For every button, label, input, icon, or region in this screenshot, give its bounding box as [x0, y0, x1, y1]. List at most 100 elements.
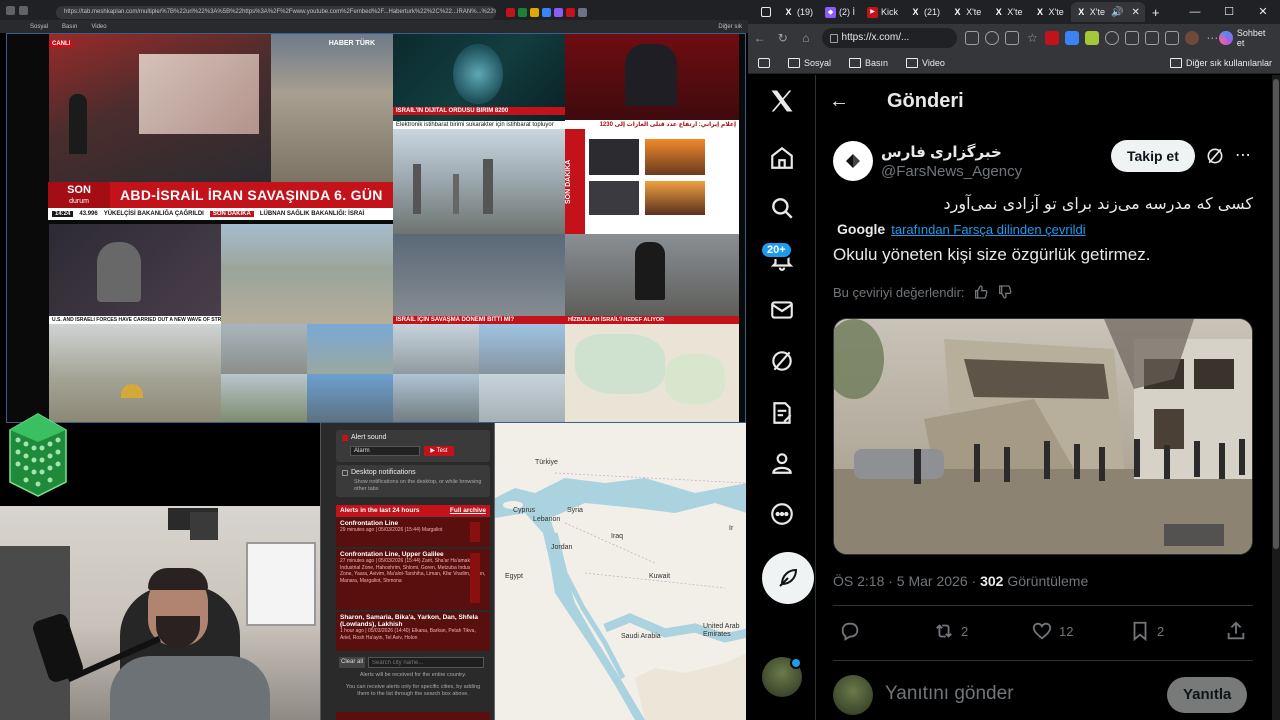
profile-icon[interactable]: [762, 443, 802, 483]
stream-tile-cam-6[interactable]: [479, 324, 565, 374]
follow-button[interactable]: Takip et: [1111, 140, 1195, 172]
extension-icon[interactable]: [1085, 31, 1100, 45]
left-url-field[interactable]: https://tab.meshkaplan.com/multiple/%7B%…: [56, 5, 496, 19]
extension-icon[interactable]: [554, 7, 563, 17]
alert-item[interactable]: Sharon, Samaria, Bika'a, Yarkon, Dan, Sh…: [336, 612, 490, 652]
author-handle[interactable]: @FarsNews_Agency: [881, 163, 1022, 180]
stream-tile-cam-5[interactable]: [393, 324, 479, 374]
alert-sound-select[interactable]: Alarm: [350, 446, 420, 456]
lists-icon[interactable]: [762, 393, 802, 433]
stream-tile-aljazeera[interactable]: U.S. AND ISRAELI FORCES HAVE CARRIED OUT…: [49, 224, 221, 324]
maximize-icon[interactable]: ☐: [1212, 0, 1246, 24]
compose-post-button[interactable]: [762, 552, 814, 604]
reply-button[interactable]: Yanıtla: [1167, 677, 1248, 713]
bookmark-folder-other[interactable]: Diğer sık kullanılanlar: [1170, 58, 1272, 68]
test-button[interactable]: ▶ Test: [424, 446, 454, 456]
account-avatar[interactable]: [762, 657, 802, 697]
back-arrow-icon[interactable]: ←: [829, 90, 869, 113]
zoom-icon[interactable]: [985, 31, 1000, 45]
alert-item[interactable]: Confrontation Line 29 minutes ago | 05/0…: [336, 518, 490, 548]
browser-tab[interactable]: ◆ (2) İ: [820, 2, 860, 22]
browser-tab[interactable]: ▶ Kick: [862, 2, 903, 22]
desktop-notifications-checkbox[interactable]: [342, 470, 348, 476]
alert-item[interactable]: Confrontation Line, Upper Galilee 27 min…: [336, 549, 490, 611]
stream-tile-cam-1[interactable]: [221, 324, 307, 374]
new-tab-button[interactable]: +: [1147, 2, 1165, 22]
stream-tile-tel-aviv[interactable]: [393, 129, 565, 234]
browser-tab[interactable]: X X'te: [947, 2, 986, 22]
browser-tab[interactable]: X X'te: [988, 2, 1027, 22]
messages-icon[interactable]: [762, 290, 802, 330]
scrollbar-thumb[interactable]: [1273, 79, 1279, 549]
extension-icon[interactable]: [1065, 31, 1080, 45]
stream-tile-studio[interactable]: CANLI: [49, 34, 271, 183]
favorites-icon[interactable]: [1145, 31, 1160, 45]
sync-icon[interactable]: [1105, 31, 1120, 45]
extension-icon[interactable]: [578, 7, 587, 17]
extension-icon[interactable]: [530, 7, 539, 17]
bookmark-video[interactable]: Video: [91, 24, 106, 30]
home-icon[interactable]: ⌂: [794, 31, 817, 45]
close-tab-icon[interactable]: ✕: [1131, 7, 1139, 18]
clear-all-button[interactable]: Clear all: [339, 657, 365, 668]
search-icon[interactable]: [762, 188, 802, 228]
post-more-icon[interactable]: ⋯: [1235, 145, 1252, 165]
thumbs-down-icon[interactable]: [997, 284, 1013, 300]
scrollbar[interactable]: [1272, 75, 1280, 720]
stream-tile-flight-map[interactable]: [565, 324, 739, 422]
grok-explain-icon[interactable]: [1205, 146, 1225, 166]
speaker-icon[interactable]: 🔊: [1111, 7, 1123, 18]
thumbs-up-icon[interactable]: [973, 284, 989, 300]
grok-icon[interactable]: [762, 341, 802, 381]
stream-tile-city-1[interactable]: [221, 224, 393, 324]
stream-tile-reporter[interactable]: HİZBULLAH İSRAİL'İ HEDEF ALIYOR: [565, 234, 739, 324]
author-avatar[interactable]: [833, 141, 873, 181]
full-archive-link[interactable]: Full archive: [450, 505, 486, 517]
profile-avatar[interactable]: [1185, 31, 1200, 45]
author-name[interactable]: خبرگزاری فارس: [881, 143, 1002, 161]
browser-tab[interactable]: X X'te: [1030, 2, 1069, 22]
stream-tile-cam-2[interactable]: [307, 324, 393, 374]
reply-action[interactable]: [839, 620, 861, 642]
translated-by-link[interactable]: tarafından Farsça dilinden çevrildi: [891, 222, 1085, 237]
collections-icon[interactable]: [1165, 31, 1180, 45]
back-icon[interactable]: ←: [748, 31, 771, 45]
extension-icon[interactable]: [1045, 31, 1060, 45]
split-screen-icon[interactable]: [1125, 31, 1140, 45]
region-map[interactable]: Türkiye Cyprus Lebanon Syria Iraq Jordan…: [494, 423, 746, 720]
close-window-icon[interactable]: ✕: [1246, 0, 1280, 24]
extension-icon[interactable]: [518, 7, 527, 17]
share-action[interactable]: [1225, 620, 1247, 642]
browser-tab[interactable]: X (21): [905, 2, 945, 22]
stream-tile-israil-savas[interactable]: İSRAİL İÇİN SAVAŞMA DÖNEMİ BİTTİ Mİ?: [393, 234, 565, 324]
bookmark-sosyal[interactable]: Sosyal: [30, 24, 48, 30]
url-field[interactable]: https://x.com/...: [821, 28, 958, 48]
stream-tile-cam-8[interactable]: [479, 374, 565, 422]
alert-sound-checkbox[interactable]: [342, 435, 348, 441]
stream-tile-cam-7[interactable]: [393, 374, 479, 422]
post-timestamp[interactable]: ÖS 2:18 · 5 Mar 2026 ·: [833, 573, 976, 589]
bookmark-folder-basin[interactable]: Basın: [849, 58, 888, 68]
browser-tab-active[interactable]: X X'te 🔊 ✕: [1070, 2, 1145, 22]
more-menu-icon[interactable]: ⋯: [1205, 31, 1219, 45]
city-search-input[interactable]: [368, 657, 484, 668]
reply-input[interactable]: Yanıtını gönder: [885, 683, 1014, 705]
post-image[interactable]: [833, 318, 1253, 555]
stream-tile-jerusalem[interactable]: [49, 324, 221, 422]
home-icon[interactable]: [762, 138, 802, 178]
bookmark-other[interactable]: Diğer sık: [718, 24, 742, 30]
browser-tab[interactable]: X (19): [778, 2, 818, 22]
stream-tile-haberturk[interactable]: HABER TÜRK: [271, 34, 393, 183]
extension-icon[interactable]: [506, 7, 515, 17]
like-action[interactable]: 12: [1031, 620, 1073, 642]
bookmarks-icon[interactable]: [758, 57, 770, 68]
bookmark-basin[interactable]: Basın: [62, 24, 77, 30]
bookmark-folder-video[interactable]: Video: [906, 58, 945, 68]
extension-icon[interactable]: [542, 7, 551, 17]
favorite-star-icon[interactable]: ☆: [1025, 31, 1039, 45]
minimize-icon[interactable]: —: [1178, 0, 1212, 24]
bookmark-folder-sosyal[interactable]: Sosyal: [788, 58, 831, 68]
stream-tile-cam-3[interactable]: [221, 374, 307, 422]
translate-icon[interactable]: [1005, 31, 1020, 45]
reader-icon[interactable]: [965, 31, 980, 45]
